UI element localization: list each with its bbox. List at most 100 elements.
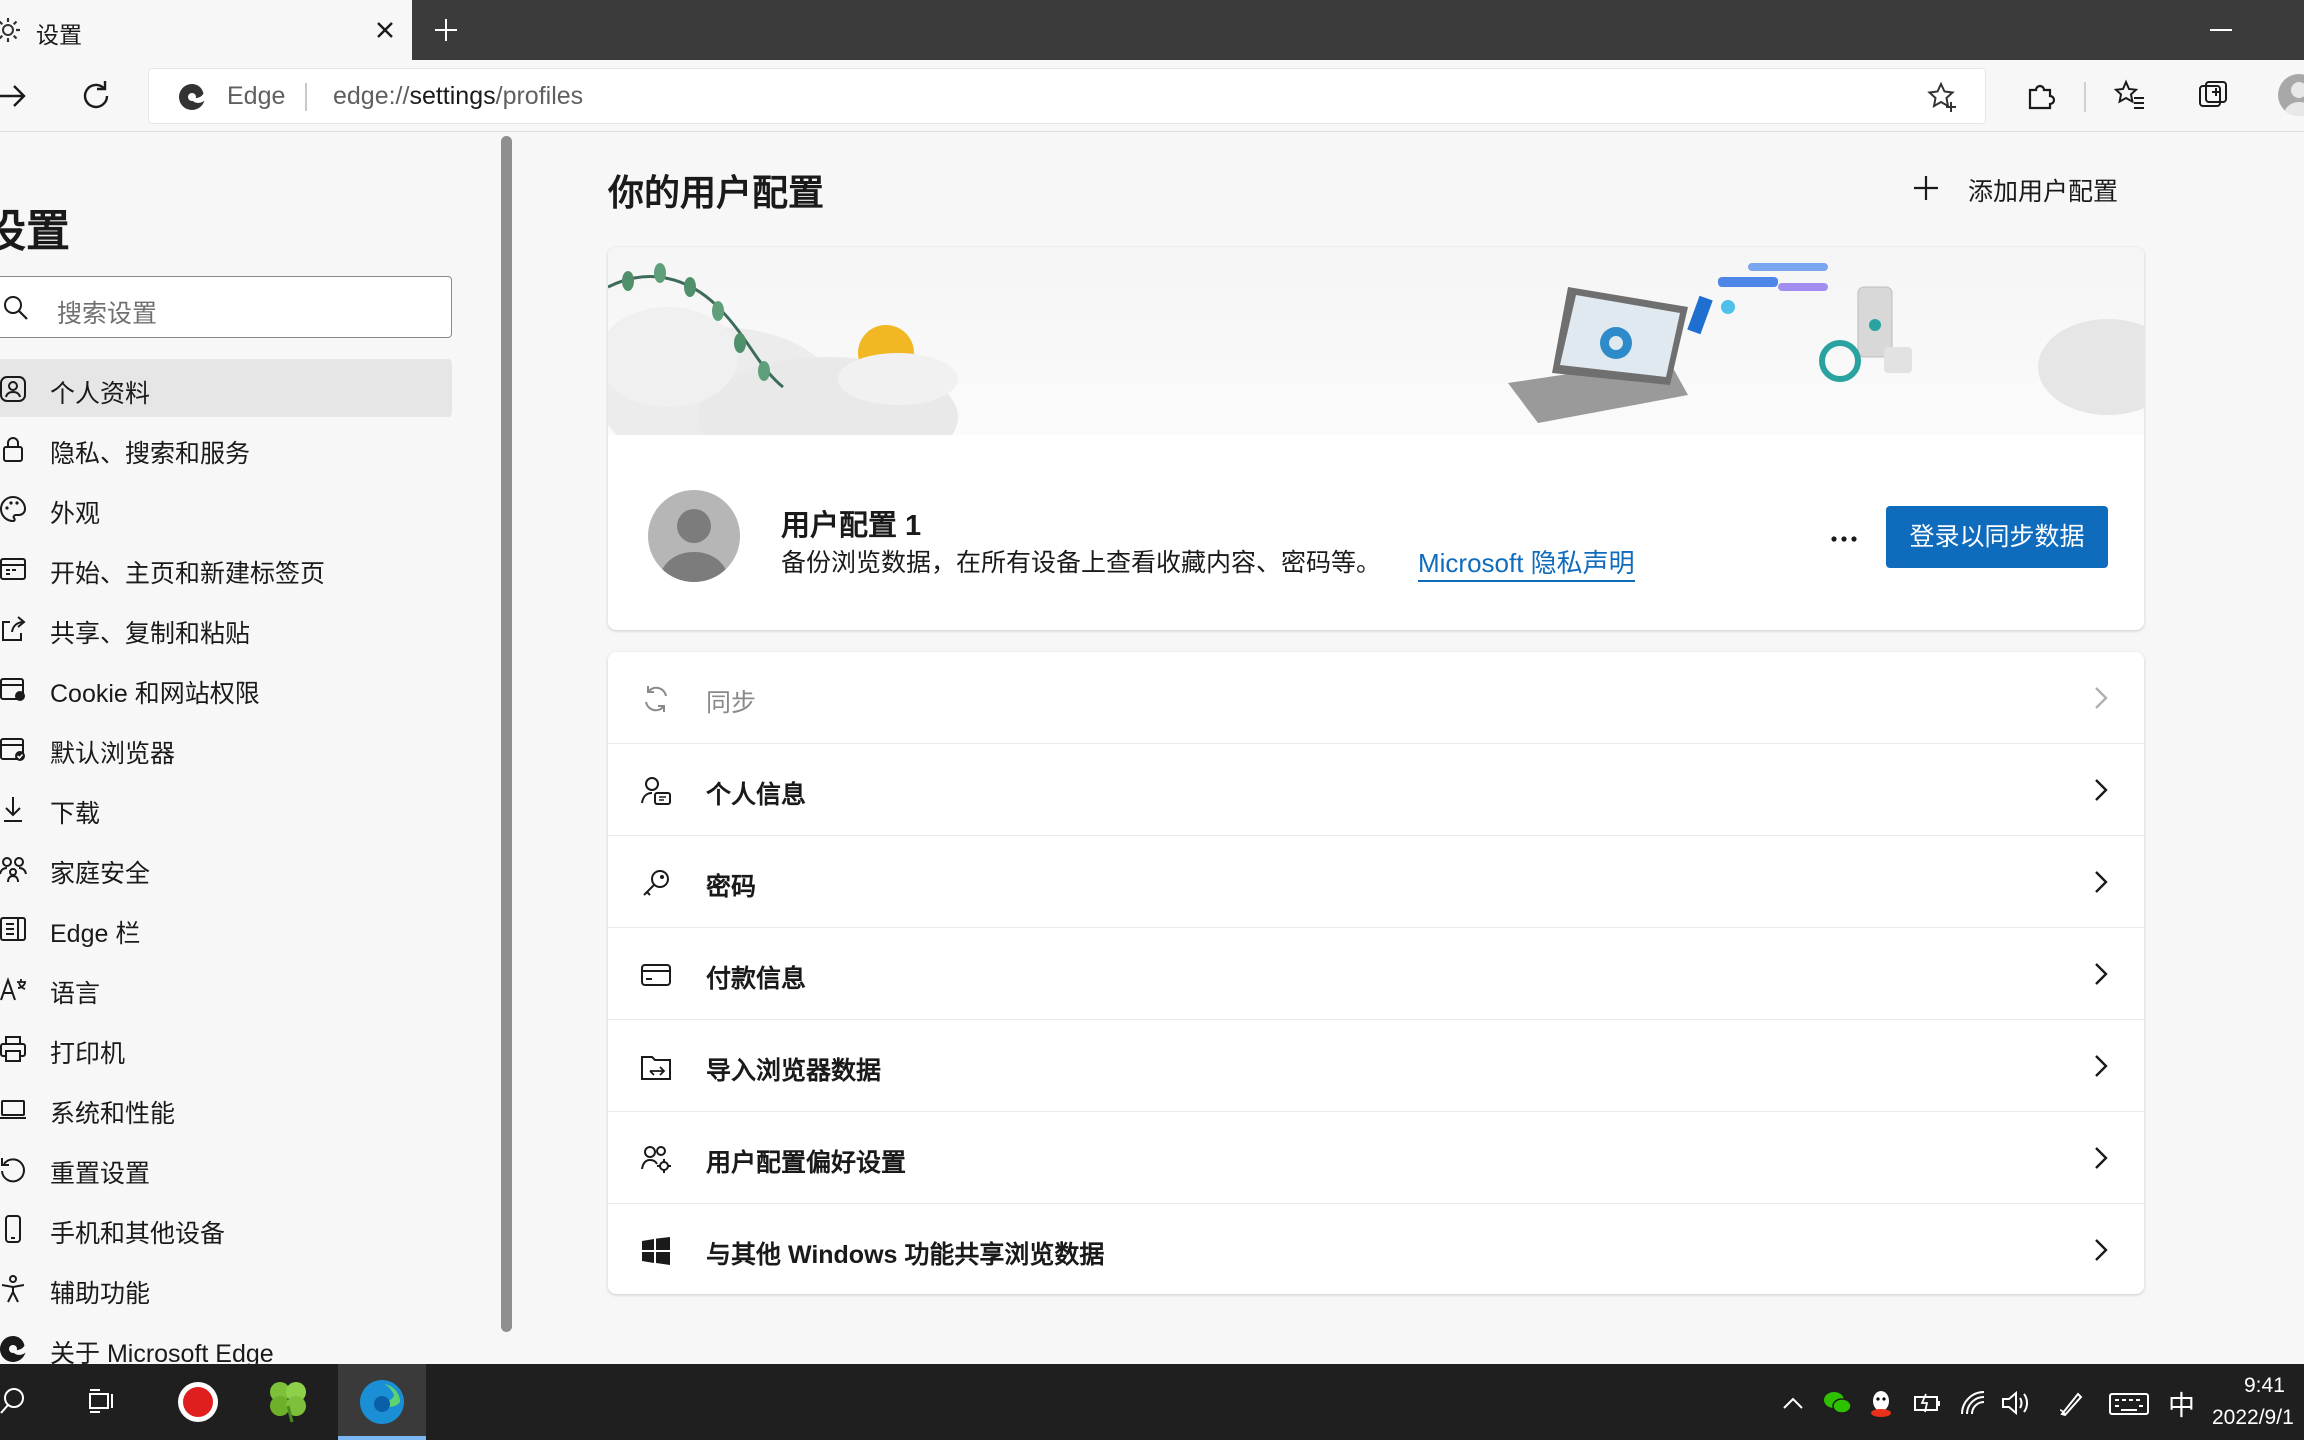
sign-in-sync-button[interactable]: 登录以同步数据 [1886,506,2108,568]
sidebar-item-privacy[interactable]: 隐私、搜索和服务 [0,419,452,477]
minimize-icon[interactable] [2210,29,2232,31]
browser-icon [0,738,25,761]
profile-banner [608,247,2144,477]
chevron-right-icon [2095,871,2108,893]
wifi-icon[interactable] [1958,1388,1988,1418]
search-icon [4,296,28,320]
sidebar-item-cookies[interactable]: Cookie 和网站权限 [0,659,452,717]
profile-name: 用户配置 1 [781,510,922,542]
accessibility-icon [1,1275,25,1303]
list-item-label: 个人信息 [706,781,807,809]
address-url[interactable]: edge://settings/profiles [333,82,583,111]
sidebar-scrollbar-thumb[interactable] [501,136,512,1332]
sidebar-item-reset[interactable]: 重置设置 [0,1139,452,1197]
new-tab-icon[interactable] [432,16,460,44]
family-icon [0,857,27,883]
printer-icon [0,1036,26,1062]
keyboard-icon[interactable] [2108,1388,2150,1418]
sidebar-item-profiles[interactable]: 个人资料 [0,359,452,417]
add-profile-label: 添加用户配置 [1968,178,2119,206]
list-item-windows-share[interactable]: 与其他 Windows 功能共享浏览数据 [608,1204,2144,1294]
page-title: 你的用户配置 [608,172,825,213]
record-icon [178,1382,218,1422]
address-bar[interactable]: Edge edge://settings/profiles [148,68,1986,124]
list-item-passwords[interactable]: 密码 [608,836,2144,928]
sidebar-item-system[interactable]: 系统和性能 [0,1079,452,1137]
list-item-payment[interactable]: 付款信息 [608,928,2144,1020]
list-item-personal-info[interactable]: 个人信息 [608,744,2144,836]
laptop-icon [0,1100,26,1119]
sidebar-item-start-home[interactable]: 开始、主页和新建标签页 [0,539,452,597]
search-input[interactable]: 搜索设置 [0,276,452,338]
clover-icon [270,1382,306,1423]
favorites-icon[interactable] [2112,78,2148,114]
ime-indicator[interactable]: 中 [2168,1384,2195,1423]
edge-logo-icon [360,1380,404,1424]
privacy-statement-link[interactable]: Microsoft 隐私声明 [1418,543,1635,582]
sidebar-item-appearance[interactable]: 外观 [0,479,452,537]
avatar[interactable] [648,490,740,582]
lock-icon [3,437,23,462]
list-item-import[interactable]: 导入浏览器数据 [608,1020,2144,1112]
sidebar-item-label: 家庭安全 [50,860,151,888]
search-placeholder: 搜索设置 [57,300,158,328]
profile-icon [0,376,26,402]
taskbar-recorder-app[interactable] [168,1364,228,1440]
sidebar-item-default-browser[interactable]: 默认浏览器 [0,719,452,777]
download-icon [4,797,22,822]
settings-sidebar: 设置 搜索设置 个人资料 隐私、搜索和服务 外观 开始、主页和新建标签页 共享、… [0,133,500,1368]
sidebar-item-languages[interactable]: 语言 [0,959,452,1017]
add-favorite-icon[interactable] [1925,80,1959,114]
taskbar-edge-app[interactable] [338,1364,426,1440]
forward-icon[interactable] [0,78,30,114]
list-item-label: 付款信息 [706,965,807,993]
sidebar-item-label: 共享、复制和粘贴 [50,620,251,648]
tab-settings[interactable]: 设置 [0,0,412,60]
sidebar-item-edge-bar[interactable]: Edge 栏 [0,899,452,957]
volume-icon[interactable] [2000,1388,2030,1418]
more-options-icon[interactable] [1824,527,1864,551]
taskbar-clover-app[interactable] [258,1364,318,1440]
chevron-up-icon[interactable] [1778,1388,1808,1418]
battery-icon[interactable] [1912,1388,1942,1418]
task-view-icon[interactable] [86,1386,116,1416]
edge-logo-icon [0,1336,26,1362]
edge-logo-icon [178,83,205,110]
phone-icon [5,1215,21,1243]
plus-icon [1914,176,1938,200]
sidebar-item-downloads[interactable]: 下载 [0,779,452,837]
sidebar-item-printers[interactable]: 打印机 [0,1019,452,1077]
sidebar-item-share[interactable]: 共享、复制和粘贴 [0,599,452,657]
sidebar-item-accessibility[interactable]: 辅助功能 [0,1259,452,1317]
profile-settings-icon [641,1146,671,1173]
profile-avatar-button[interactable] [2278,74,2304,116]
qq-icon[interactable] [1866,1388,1896,1418]
list-item-sync[interactable]: 同步 [608,652,2144,744]
toolbar-divider [2084,82,2086,112]
key-icon [643,870,669,896]
sidebar-item-label: 语言 [50,980,101,1008]
close-icon[interactable] [372,17,398,43]
extensions-icon[interactable] [2022,78,2058,114]
search-icon[interactable] [0,1386,30,1416]
share-icon [2,616,26,641]
sidebar-item-label: 开始、主页和新建标签页 [50,560,326,588]
list-item-profile-preferences[interactable]: 用户配置偏好设置 [608,1112,2144,1204]
sidebar-item-label: 下载 [50,800,101,828]
clock-time[interactable]: 9:41 [2244,1374,2285,1398]
wechat-icon[interactable] [1822,1388,1852,1418]
pen-icon[interactable] [2056,1388,2086,1418]
chevron-right-icon [2095,1239,2108,1261]
sidebar-item-label: 手机和其他设备 [50,1220,226,1248]
profile-description: 备份浏览数据，在所有设备上查看收藏内容、密码等。 [781,549,1382,577]
address-separator [305,83,307,111]
person-icon [2283,82,2304,116]
profile-settings-list: 同步 个人信息 密码 付款信息 导入浏览器数据 用户配置偏好设置 与其他 Win… [608,652,2144,1294]
sidebar-item-phone[interactable]: 手机和其他设备 [0,1199,452,1257]
sidebar-title: 设置 [0,207,70,256]
reset-icon [1,1158,25,1183]
clock-date[interactable]: 2022/9/1 [2212,1406,2294,1430]
sidebar-item-family[interactable]: 家庭安全 [0,839,452,897]
refresh-icon[interactable] [78,78,114,114]
collections-icon[interactable] [2196,78,2232,114]
